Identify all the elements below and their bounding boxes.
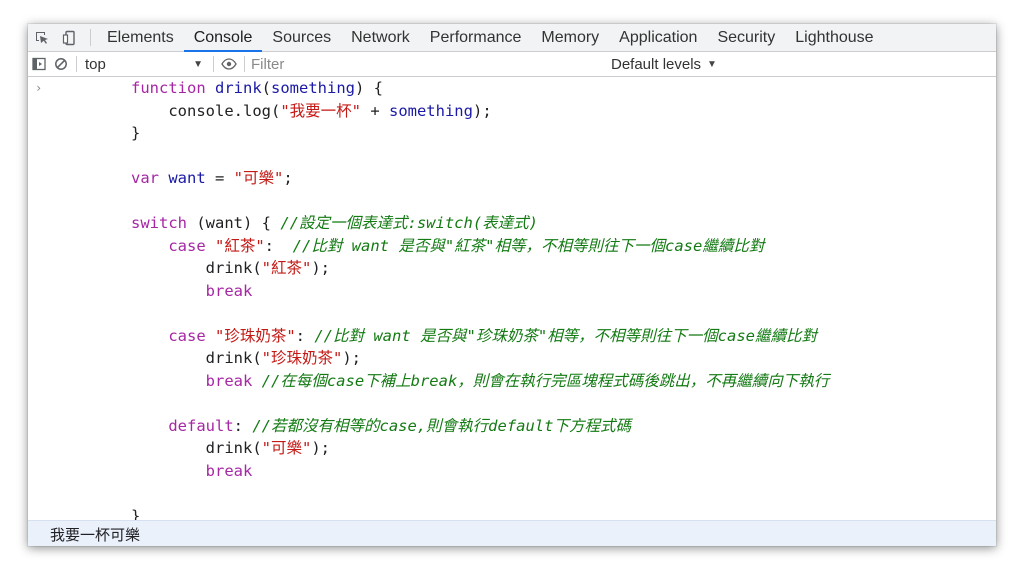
devtools-tab-bar: Elements Console Sources Network Performance… [28,24,996,52]
code-token: ); [342,349,361,367]
code-token: //若都沒有相等的case,則會執行default下方程式碼 [252,416,631,435]
device-toolbar-icon[interactable] [56,24,84,51]
code-line: default: //若都沒有相等的case,則會執行default下方程式碼 [131,415,829,438]
filter-input[interactable] [249,54,609,74]
code-line: function drink(something) { [131,77,829,100]
code-token: : [295,326,315,345]
code-token: break [205,371,262,390]
code-line: } [131,122,829,145]
log-levels-label: Default levels [611,55,702,73]
code-token: default [168,416,234,435]
code-token: break [205,461,253,480]
code-token: : [264,236,293,255]
code-line: case "紅茶": //比對 want 是否與"紅茶"相等，不相等則往下一個c… [131,235,829,258]
code-token: function [131,79,215,97]
code-token: break [205,281,253,300]
code-token: "珍珠奶茶" [215,326,296,345]
tab-bar-divider [90,29,91,46]
toolbar-divider [244,56,245,72]
code-token: : [233,416,253,435]
input-prompt-chevron: › [35,81,43,95]
console-messages: › function drink(something) { console.lo… [28,77,996,525]
code-token: ) { [355,79,384,97]
context-selector[interactable]: top ▼ [81,56,209,73]
devtools-window: Elements Console Sources Network Performance… [28,24,996,546]
code-token: "我要一杯" [280,101,361,120]
code-token: switch [131,214,187,232]
code-token: "可樂" [261,439,312,457]
code-token: "珍珠奶茶" [261,349,343,367]
console-toolbar: top ▼ Default levels ▼ [28,52,996,77]
code-token: ; [283,169,293,187]
tab-elements[interactable]: Elements [97,24,184,51]
code-token: something [271,79,356,97]
code-line: break [131,280,829,303]
code-token: (want) { [187,214,281,232]
code-token: "紅茶" [261,259,312,277]
tab-security[interactable]: Security [707,24,785,51]
code-token: //比對 want 是否與"紅茶"相等，不相等則往下一個case繼續比對 [292,236,765,255]
code-token: + [360,101,389,120]
tab-performance[interactable]: Performance [420,24,532,51]
tab-sources[interactable]: Sources [262,24,341,51]
code-token: //設定一個表達式:switch(表達式) [280,214,538,232]
code-line: case "珍珠奶茶": //比對 want 是否與"珍珠奶茶"相等，不相等則往… [131,325,829,348]
tab-memory[interactable]: Memory [531,24,609,51]
clear-console-icon[interactable] [50,57,72,71]
inspect-element-icon[interactable] [28,24,56,51]
code-token: drink( [205,349,262,367]
code-block: function drink(something) { console.log(… [131,77,829,527]
code-line: drink("可樂"); [131,437,829,460]
console-output-row: 我要一杯可樂 [28,520,996,546]
chevron-down-icon: ▼ [193,58,203,70]
toolbar-divider [76,56,77,72]
code-line: break //在每個case下補上break，則會在執行完區塊程式碼後跳出，不… [131,370,830,393]
console-output-text: 我要一杯可樂 [50,526,141,544]
tab-lighthouse[interactable]: Lighthouse [785,24,883,51]
toolbar-divider [213,56,214,72]
tab-application[interactable]: Application [609,24,707,51]
code-token: want [168,169,206,187]
live-expression-eye-icon[interactable] [218,58,240,70]
code-line: console.log("我要一杯" + something); [131,100,829,123]
code-line: switch (want) { //設定一個表達式:switch(表達式) [131,212,829,235]
code-token: drink( [205,439,262,457]
context-selector-value: top [85,55,106,73]
code-token: something [388,101,473,120]
tab-strip: Elements Console Sources Network Performance… [97,24,884,52]
code-token: "可樂" [233,169,284,187]
code-token: drink( [205,259,262,277]
code-token: //比對 want 是否與"珍珠奶茶"相等，不相等則往下一個case繼續比對 [314,326,817,345]
code-line: var want = "可樂"; [131,167,829,190]
code-token: ( [261,79,272,97]
code-token: ); [472,101,492,120]
tab-console[interactable]: Console [183,24,263,52]
code-token: ); [311,259,330,277]
code-token: case [168,326,215,345]
log-levels-dropdown[interactable]: Default levels ▼ [611,56,717,73]
code-token: ); [311,439,330,457]
code-token: "紅茶" [215,236,265,255]
code-line: break [131,460,829,483]
code-token: var [131,169,169,187]
code-token: case [168,236,215,255]
code-token: console.log( [168,101,281,120]
code-token: drink [215,79,262,97]
sidebar-toggle-icon[interactable] [28,57,50,71]
code-line: drink("珍珠奶茶"); [131,347,829,370]
chevron-down-icon: ▼ [707,58,717,70]
code-token: } [131,124,141,142]
code-token: //在每個case下補上break，則會在執行完區塊程式碼後跳出，不再繼續向下執… [261,371,830,390]
code-token: = [205,169,234,187]
tab-network[interactable]: Network [341,24,420,51]
code-line: drink("紅茶"); [131,257,829,280]
